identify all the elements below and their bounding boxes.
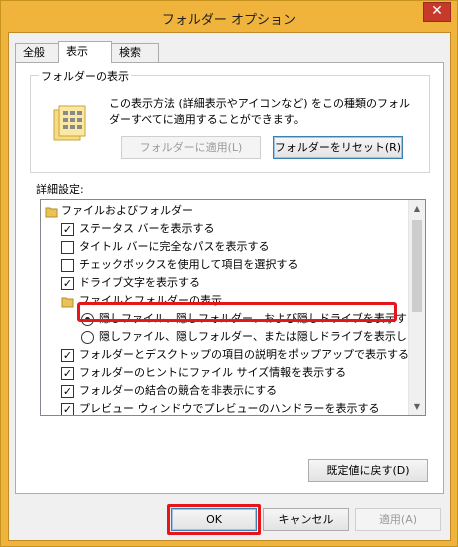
checkbox[interactable] bbox=[61, 241, 74, 254]
view-tab-panel: フォルダーの表示 この表示方法 (詳細表示やアイコンなど) をこの種類のフォルダ… bbox=[15, 62, 444, 494]
title-bar[interactable]: フォルダー オプション ✕ bbox=[1, 1, 457, 33]
close-button[interactable]: ✕ bbox=[423, 2, 451, 22]
list-item-label: タイトル バーに完全なパスを表示する bbox=[79, 240, 270, 253]
list-item-label: ファイルとフォルダーの表示 bbox=[79, 294, 222, 307]
list-item[interactable]: ファイルおよびフォルダー bbox=[41, 202, 409, 220]
reset-folders-button[interactable]: フォルダーをリセット(R) bbox=[273, 136, 403, 159]
checkbox[interactable]: ✓ bbox=[61, 367, 74, 380]
list-item-label: プレビュー ウィンドウでプレビューのハンドラーを表示する bbox=[79, 402, 380, 415]
advanced-settings-rows: ファイルおよびフォルダー ✓ ステータス バーを表示する タイトル バーに完全な… bbox=[41, 202, 425, 415]
radio-button[interactable] bbox=[81, 313, 94, 326]
folder-view-icon bbox=[53, 104, 87, 145]
vertical-scrollbar[interactable]: ▲ ▼ bbox=[408, 200, 425, 415]
tab-view[interactable]: 表示 bbox=[58, 41, 112, 63]
scroll-down-icon[interactable]: ▼ bbox=[409, 398, 425, 415]
list-item-label: フォルダーとデスクトップの項目の説明をポップアップで表示する bbox=[79, 348, 409, 361]
checkbox[interactable]: ✓ bbox=[61, 277, 74, 290]
folder-view-group: フォルダーの表示 この表示方法 (詳細表示やアイコンなど) をこの種類のフォルダ… bbox=[30, 68, 430, 173]
list-item[interactable]: タイトル バーに完全なパスを表示する bbox=[41, 238, 409, 256]
tab-search[interactable]: 検索 bbox=[111, 43, 159, 62]
list-item-label: フォルダーのヒントにファイル サイズ情報を表示する bbox=[79, 366, 347, 379]
list-item-label: ファイルおよびフォルダー bbox=[61, 204, 193, 217]
list-item[interactable]: ✓ ドライブ文字を表示する bbox=[41, 274, 409, 292]
folder-view-legend: フォルダーの表示 bbox=[39, 68, 131, 84]
list-item[interactable]: ✓ フォルダーの結合の競合を非表示にする bbox=[41, 382, 409, 400]
cancel-button[interactable]: キャンセル bbox=[263, 508, 349, 531]
list-item[interactable]: ✓ フォルダーのヒントにファイル サイズ情報を表示する bbox=[41, 364, 409, 382]
ok-button[interactable]: OK bbox=[171, 508, 257, 531]
list-item[interactable]: ✓ プレビュー ウィンドウでプレビューのハンドラーを表示する bbox=[41, 400, 409, 415]
checkbox[interactable]: ✓ bbox=[61, 223, 74, 236]
checkbox[interactable]: ✓ bbox=[61, 349, 74, 362]
advanced-settings-list[interactable]: ファイルおよびフォルダー ✓ ステータス バーを表示する タイトル バーに完全な… bbox=[40, 199, 426, 416]
scroll-thumb[interactable] bbox=[412, 220, 422, 312]
scroll-up-icon[interactable]: ▲ bbox=[409, 200, 425, 217]
apply-button[interactable]: 適用(A) bbox=[355, 508, 441, 531]
list-item[interactable]: 隠しファイル、隠しフォルダー、および隠しドライブを表示する bbox=[41, 310, 418, 328]
folder-icon bbox=[45, 205, 58, 218]
close-icon: ✕ bbox=[431, 3, 443, 19]
folder-options-window: フォルダー オプション ✕ 全般 表示 検索 フォルダーの表示 この表示方法 (… bbox=[0, 0, 458, 547]
folder-icon bbox=[61, 295, 74, 308]
apply-to-folders-button[interactable]: フォルダーに適用(L) bbox=[121, 136, 261, 159]
list-item-label: フォルダーの結合の競合を非表示にする bbox=[79, 384, 278, 397]
list-item-label: ドライブ文字を表示する bbox=[79, 276, 200, 289]
dialog-client: 全般 表示 検索 フォルダーの表示 この表示方法 (詳細表示やアイコンなど) を… bbox=[8, 32, 451, 541]
checkbox[interactable]: ✓ bbox=[61, 403, 74, 415]
list-item[interactable]: ✓ ステータス バーを表示する bbox=[41, 220, 409, 238]
list-item[interactable]: 隠しファイル、隠しフォルダー、または隠しドライブを表示しない bbox=[41, 328, 425, 346]
list-item-label: チェックボックスを使用して項目を選択する bbox=[79, 258, 299, 271]
list-item-label: ステータス バーを表示する bbox=[79, 222, 215, 235]
list-item[interactable]: ファイルとフォルダーの表示 bbox=[41, 292, 409, 310]
window-title: フォルダー オプション bbox=[161, 13, 297, 28]
checkbox[interactable] bbox=[61, 259, 74, 272]
checkbox[interactable]: ✓ bbox=[61, 385, 74, 398]
list-item-label: 隠しファイル、隠しフォルダー、または隠しドライブを表示しない bbox=[99, 330, 426, 343]
radio-button[interactable] bbox=[81, 331, 94, 344]
restore-defaults-button[interactable]: 既定値に戻す(D) bbox=[308, 459, 428, 482]
list-item[interactable]: チェックボックスを使用して項目を選択する bbox=[41, 256, 409, 274]
tab-general[interactable]: 全般 bbox=[15, 43, 59, 62]
advanced-settings-label: 詳細設定: bbox=[36, 183, 84, 196]
list-item[interactable]: ✓ フォルダーとデスクトップの項目の説明をポップアップで表示する bbox=[41, 346, 409, 364]
list-item-label: 隠しファイル、隠しフォルダー、および隠しドライブを表示する bbox=[99, 312, 418, 325]
folder-view-description: この表示方法 (詳細表示やアイコンなど) をこの種類のフォルダーすべてに適用する… bbox=[109, 97, 411, 126]
